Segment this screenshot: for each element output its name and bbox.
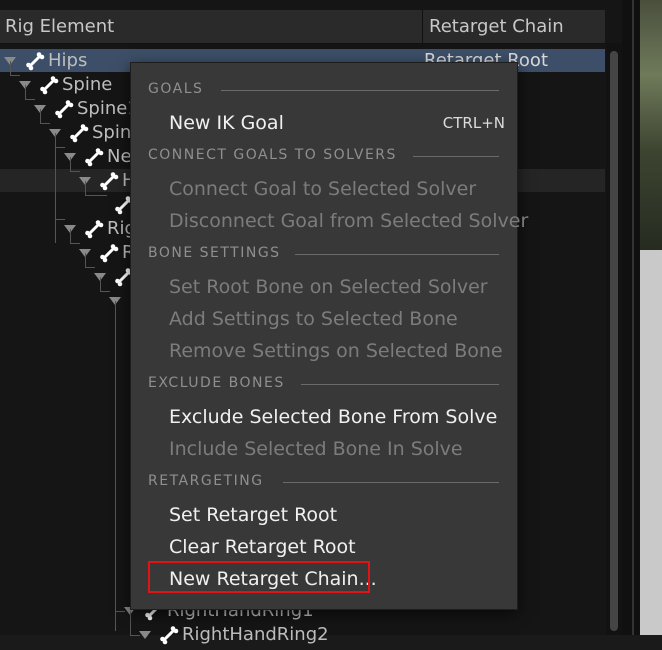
bone-icon [53,98,75,120]
bone-icon [83,218,105,240]
tree-guide-line [70,157,71,171]
tree-guide-line [70,229,71,243]
menu-item-label: Disconnect Goal from Selected Solver [169,210,529,232]
section-divider [413,156,499,157]
shortcut-label: CTRL+N [442,114,505,132]
menu-item-add-settings[interactable]: Add Settings to Selected Bone [169,304,458,334]
menu-item-set-retarget-root[interactable]: Set Retarget Root [169,500,337,530]
bone-icon [83,146,105,168]
bone-name: Spine [62,74,113,95]
menu-item-exclude-bone[interactable]: Exclude Selected Bone From Solve [169,402,497,432]
menu-item-remove-settings[interactable]: Remove Settings on Selected Bone [169,336,503,366]
menu-item-label: Set Root Bone on Selected Solver [169,276,488,298]
section-divider [295,254,499,255]
menu-item-label: Clear Retarget Root [169,536,356,558]
menu-item-include-bone[interactable]: Include Selected Bone In Solve [169,434,463,464]
section-retargeting: RETARGETING [148,473,264,489]
tree-guide-line [70,171,80,172]
bone-icon [98,242,120,264]
highlight-outline [148,561,370,593]
scrollbar-thumb[interactable] [610,51,618,631]
menu-item-set-root-bone[interactable]: Set Root Bone on Selected Solver [169,272,488,302]
menu-item-connect-goal[interactable]: Connect Goal to Selected Solver [169,174,476,204]
menu-item-label: Add Settings to Selected Bone [169,308,458,330]
menu-item-label: Connect Goal to Selected Solver [169,178,477,200]
menu-item-label: New IK Goal [169,112,284,134]
section-divider [221,90,499,91]
menu-item-new-ik-goal[interactable]: New IK Goal [169,108,284,138]
menu-item-label: Exclude Selected Bone From Solve [169,406,498,428]
splitter[interactable] [632,0,634,635]
tree-guide-line [40,109,41,123]
tree-guide-line [85,267,95,268]
tree-guide-line [10,61,11,75]
context-menu: GOALS New IK Goal CTRL+N CONNECT GOALS T… [130,62,528,610]
tree-guide-line [130,635,140,636]
tree-guide-line [55,133,56,243]
bone-icon [158,624,180,646]
tree-guide-line [55,147,65,148]
section-goals: GOALS [148,81,204,97]
menu-item-label: Include Selected Bone In Solve [169,438,463,460]
bone-name: Hips [48,50,88,71]
menu-item-clear-retarget-root[interactable]: Clear Retarget Root [169,532,356,562]
section-exclude-bones: EXCLUDE BONES [148,375,285,391]
tree-guide-line [85,253,86,267]
tree-guide-line [130,611,131,635]
column-header-retarget-chain[interactable]: Retarget Chain [424,10,605,43]
tree-guide-line [10,75,20,76]
expand-arrow-icon[interactable] [139,631,151,639]
menu-item-label: Remove Settings on Selected Bone [169,340,503,362]
tree-guide-line [70,243,80,244]
tree-guide-line [55,219,65,220]
section-connect-goals: CONNECT GOALS TO SOLVERS [148,147,397,163]
viewport-image [640,0,662,250]
viewport-light-area [640,250,662,635]
viewport-edge [622,0,662,635]
tree-header: Rig Element Retarget Chain [0,10,605,44]
section-divider [283,482,499,483]
menu-item-label: Set Retarget Root [169,504,338,526]
bone-icon [68,122,90,144]
section-divider [301,384,499,385]
tree-guide-line [115,301,116,631]
tree-guide-line [25,99,35,100]
tree-guide-line [115,611,125,612]
tree-guide-line [100,277,101,291]
bone-icon [24,50,46,72]
tree-guide-line [85,195,107,196]
bone-icon [38,74,60,96]
tree-guide-line [40,123,50,124]
menu-item-disconnect-goal[interactable]: Disconnect Goal from Selected Solver [169,206,528,236]
tree-guide-line [85,181,86,195]
section-bone-settings: BONE SETTINGS [148,245,281,261]
column-header-rig-element[interactable]: Rig Element [0,10,423,43]
tree-guide-line [100,291,110,292]
tree-guide-line [25,85,26,99]
vertical-scrollbar[interactable] [606,43,622,635]
bone-icon [98,170,120,192]
